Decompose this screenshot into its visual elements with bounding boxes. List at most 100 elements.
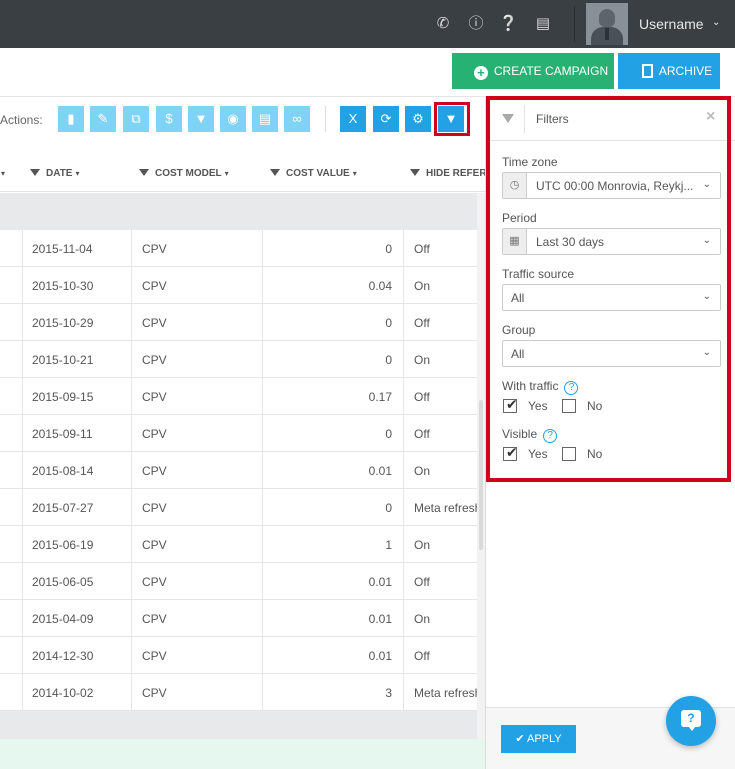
cell-divider	[403, 563, 404, 600]
table-row[interactable]: 2015-06-19 CPV 1 On	[0, 526, 485, 563]
table-row[interactable]: 2015-09-11 CPV 0 Off	[0, 415, 485, 452]
funnel-icon	[139, 169, 149, 176]
export-excel-button[interactable]: X	[340, 106, 366, 132]
cell-date: 2015-06-19	[32, 538, 94, 552]
link-button[interactable]: ∞	[284, 106, 310, 132]
username-label[interactable]: Username	[639, 16, 704, 32]
column-header-hide-referrer[interactable]: HIDE REFER	[410, 168, 487, 179]
settings-button[interactable]: ⚙	[405, 106, 431, 132]
cell-divider	[262, 452, 263, 489]
table-row[interactable]: 2015-10-29 CPV 0 Off	[0, 304, 485, 341]
cell-hide-referrer: On	[414, 612, 431, 626]
filter-refresh-button[interactable]: ▼	[188, 106, 214, 132]
table-scroll-thumb[interactable]	[479, 400, 483, 550]
cell-divider	[22, 526, 23, 563]
funnel-icon	[410, 169, 420, 176]
copy-icon: ⧉	[131, 111, 141, 126]
create-campaign-button[interactable]: + CREATE CAMPAIGN	[452, 53, 614, 89]
with-traffic-label: With traffic?	[502, 379, 579, 395]
with-traffic-yes-label: Yes	[528, 399, 548, 413]
cell-cost-model: CPV	[142, 353, 167, 367]
calendar-icon: ▦	[503, 229, 527, 254]
help-icon[interactable]: ?	[543, 429, 558, 443]
cell-divider	[131, 230, 132, 267]
with-traffic-no-checkbox[interactable]	[562, 399, 576, 413]
stats-button[interactable]: ▮	[58, 106, 84, 132]
plus-icon: +	[473, 66, 488, 80]
table-row[interactable]: 2015-07-27 CPV 0 Meta refresh	[0, 489, 485, 526]
cell-cost-model: CPV	[142, 316, 167, 330]
excel-icon: X	[348, 111, 358, 126]
visible-no-checkbox[interactable]	[562, 447, 576, 461]
cell-date: 2014-10-02	[32, 686, 94, 700]
cell-divider	[403, 526, 404, 563]
help-icon[interactable]: ❔	[499, 15, 518, 33]
create-campaign-label: CREATE CAMPAIGN	[493, 64, 609, 78]
avatar[interactable]	[586, 3, 628, 45]
table-row[interactable]: 2015-08-14 CPV 0.01 On	[0, 452, 485, 489]
cell-divider	[403, 600, 404, 637]
cell-cost-value: 0	[385, 242, 392, 256]
cell-divider	[131, 341, 132, 378]
cell-hide-referrer: Off	[414, 242, 430, 256]
cell-divider	[22, 267, 23, 304]
cell-divider	[131, 563, 132, 600]
cell-cost-value: 3	[385, 686, 392, 700]
cell-divider	[131, 452, 132, 489]
apply-button[interactable]: ✔ APPLY	[501, 725, 576, 753]
column-header-cost-model[interactable]: COST MODEL ▾	[139, 168, 229, 179]
support-chat-button[interactable]: ?	[666, 696, 716, 746]
help-icon[interactable]: ?	[564, 381, 579, 395]
cell-date: 2015-07-27	[32, 501, 94, 515]
cell-divider	[131, 637, 132, 674]
cell-divider	[403, 230, 404, 267]
clone-button[interactable]: ⧉	[123, 106, 149, 132]
timezone-select[interactable]: ◷ UTC 00:00 Monrovia, Reykj... ⌄	[502, 172, 721, 199]
table-row[interactable]: 2014-10-02 CPV 3 Meta refresh	[0, 674, 485, 711]
phone-icon[interactable]: ✆	[434, 15, 452, 33]
refresh-button[interactable]: ⟳	[373, 106, 399, 132]
traffic-source-select[interactable]: All ⌄	[502, 284, 721, 311]
preview-button[interactable]: ◉	[220, 106, 246, 132]
chevron-down-icon[interactable]: ⌄	[712, 17, 720, 28]
info-icon[interactable]: ⓘ	[467, 15, 485, 33]
visible-yes-checkbox[interactable]: ✔	[503, 444, 518, 461]
checkmark-icon: ✔	[506, 396, 518, 412]
cell-divider	[22, 452, 23, 489]
news-icon[interactable]: ▤	[532, 15, 554, 33]
cell-hide-referrer: Off	[414, 390, 430, 404]
column-prev-caret[interactable]: ▾	[0, 168, 5, 179]
visible-label: Visible?	[502, 427, 558, 443]
table-row[interactable]: 2015-04-09 CPV 0.01 On	[0, 600, 485, 637]
cell-divider	[22, 378, 23, 415]
table-row[interactable]: 2015-09-15 CPV 0.17 Off	[0, 378, 485, 415]
column-header-date[interactable]: DATE ▾	[30, 168, 80, 179]
cell-divider	[131, 674, 132, 711]
link-icon: ∞	[292, 111, 302, 126]
table-summary-row	[0, 193, 485, 230]
cell-cost-value: 0.01	[368, 612, 392, 626]
table-row[interactable]: 2014-12-30 CPV 0.01 Off	[0, 637, 485, 674]
with-traffic-yes-checkbox[interactable]: ✔	[503, 396, 518, 413]
archive-button[interactable]: ARCHIVE	[618, 53, 720, 89]
cell-hide-referrer: On	[414, 464, 431, 478]
table-row[interactable]: 2015-06-05 CPV 0.01 Off	[0, 563, 485, 600]
table-row[interactable]: 2015-11-04 CPV 0 Off	[0, 230, 485, 267]
checkmark-icon: ✔	[506, 444, 518, 460]
refresh-icon: ⟳	[380, 111, 392, 126]
report-button[interactable]: ▤	[252, 106, 278, 132]
eye-icon: ◉	[227, 111, 239, 126]
cost-update-button[interactable]: $	[156, 106, 182, 132]
visible-no-label: No	[587, 447, 603, 461]
archive-label: ARCHIVE	[658, 64, 713, 78]
cell-date: 2015-11-04	[32, 242, 93, 256]
table-body: 2015-11-04 CPV 0 Off 2015-10-30 CPV 0.04 On 2015…	[0, 230, 485, 711]
edit-button[interactable]: ✎	[90, 106, 116, 132]
column-header-cost-value[interactable]: COST VALUE ▾	[270, 168, 357, 179]
close-icon[interactable]: ×	[706, 108, 715, 126]
chevron-down-icon: ⌄	[702, 235, 711, 246]
group-select[interactable]: All ⌄	[502, 340, 721, 367]
period-select[interactable]: ▦ Last 30 days ⌄	[502, 228, 721, 255]
table-row[interactable]: 2015-10-30 CPV 0.04 On	[0, 267, 485, 304]
table-row[interactable]: 2015-10-21 CPV 0 On	[0, 341, 485, 378]
